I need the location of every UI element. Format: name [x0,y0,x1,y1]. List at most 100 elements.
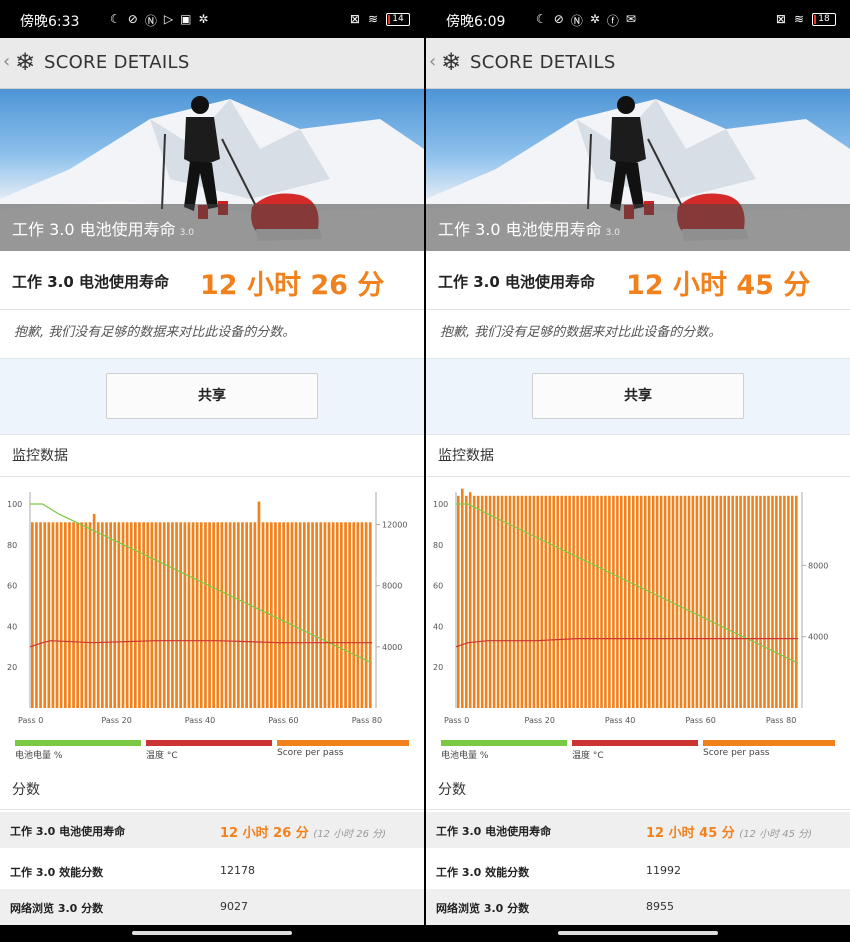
score-bar [92,513,96,708]
title-bar: ‹ ❄ SCORE DETAILS [426,38,850,89]
status-right: ⊠ ≋ 14 [350,12,410,26]
score-bar [183,522,187,708]
status-bar: 傍晚6:33 ☾ ⊘ Ⓝ ▷ ▣ ✲ ⊠ ≋ 14 [0,0,424,38]
score-bar [699,495,703,708]
score-bar [632,495,635,708]
mail-icon: ✉ [625,12,636,26]
score-bar [158,522,162,708]
score-bar [580,495,583,708]
x-tick-label: Pass 0 [444,716,469,725]
right-tick-label: 4000 [382,643,402,652]
score-bar [142,522,145,708]
score-bar [167,522,170,708]
score-bar [524,495,528,708]
score-bar [257,501,261,708]
score-bar [480,495,484,708]
score-bar [286,522,290,708]
score-bar [687,495,691,708]
score-bar [113,522,117,708]
home-indicator[interactable] [558,931,718,935]
page-title: SCORE DETAILS [44,52,190,73]
score-bar [707,495,711,708]
play-icon: ▷ [163,12,174,26]
score-bar [643,495,647,708]
score-bar [608,495,611,708]
score-bar [775,495,778,708]
left-tick-label: 60 [433,582,443,591]
score-bar [43,522,47,708]
left-tick-label: 60 [7,582,17,591]
score-bar [747,495,750,708]
score-bar [767,495,770,708]
table-value: 12 小时 26 分 (12 小时 26 分) [220,822,386,841]
legend-swatch-battery [441,740,567,746]
score-bar [64,522,67,708]
score-bar [340,522,343,708]
table-row: 网络浏览 3.0 分数 9027 [0,889,424,925]
score-bar [307,522,310,708]
table-row: 网络浏览 3.0 分数 8955 [426,889,850,925]
table-value-main: 12 小时 26 分 [220,826,309,841]
status-icons: ☾ ⊘ Ⓝ ▷ ▣ ✲ [110,12,208,29]
x-tick-label: Pass 60 [685,716,715,725]
hero-label-text: 工作 3.0 电池使用寿命 [438,220,602,239]
score-value: 12 小时 26 分 [200,270,385,301]
share-button[interactable]: 共享 [532,373,744,419]
score-bar [261,522,265,708]
table-key: 网络浏览 3.0 分数 [10,902,104,915]
score-bar [344,522,347,708]
score-bar [72,522,75,708]
title-bar: ‹ ❄ SCORE DETAILS [0,38,424,89]
score-bar [552,495,555,708]
score-bar [572,495,575,708]
score-bar [327,522,331,708]
hero-label: 工作 3.0 电池使用寿命 3.0 [438,216,620,240]
score-bar [663,495,667,708]
home-indicator[interactable] [132,931,292,935]
score-bar [55,522,59,708]
score-bar [496,495,500,708]
score-bar [212,522,215,708]
score-bar [109,522,112,708]
battery-icon: 14 [386,12,410,26]
table-row: 工作 3.0 效能分数 11992 [426,853,850,889]
score-bar [584,495,587,708]
score-bar [647,495,651,708]
score-bar [620,495,623,708]
back-icon[interactable]: ‹ [429,51,436,72]
right-tick-label: 8000 [382,582,402,591]
score-bar [795,495,798,708]
score-bar [659,495,663,708]
share-button[interactable]: 共享 [106,373,318,419]
x-tick-label: Pass 20 [101,716,131,725]
score-bar [731,495,734,708]
score-bar [39,522,42,708]
hero-version: 3.0 [605,228,620,238]
table-key: 工作 3.0 效能分数 [10,866,104,879]
score-bar [791,495,794,708]
legend-swatch-temperature [572,740,698,746]
score-bar [604,495,607,708]
x-tick-label: Pass 80 [352,716,382,725]
score-bar [651,495,655,708]
table-row: 工作 3.0 效能分数 12178 [0,853,424,889]
table-row: 工作 3.0 电池使用寿命 12 小时 26 分 (12 小时 26 分) [0,812,424,848]
score-bar [101,522,104,708]
score-bar [88,522,92,708]
score-bar [636,495,639,708]
back-icon[interactable]: ‹ [3,51,10,72]
score-bar [265,522,269,708]
x-tick-label: Pass 40 [185,716,215,725]
score-bar [457,495,460,708]
score-bar [356,522,360,708]
left-tick-label: 20 [7,663,17,672]
battery-icon: 18 [812,12,836,26]
x-tick-label: Pass 20 [525,716,555,725]
score-bar [96,522,100,708]
score-bar [220,522,224,708]
score-bar [129,522,133,708]
score-bar [564,495,567,708]
score-bar [364,522,368,708]
score-bar [616,495,619,708]
score-bar [121,522,125,708]
